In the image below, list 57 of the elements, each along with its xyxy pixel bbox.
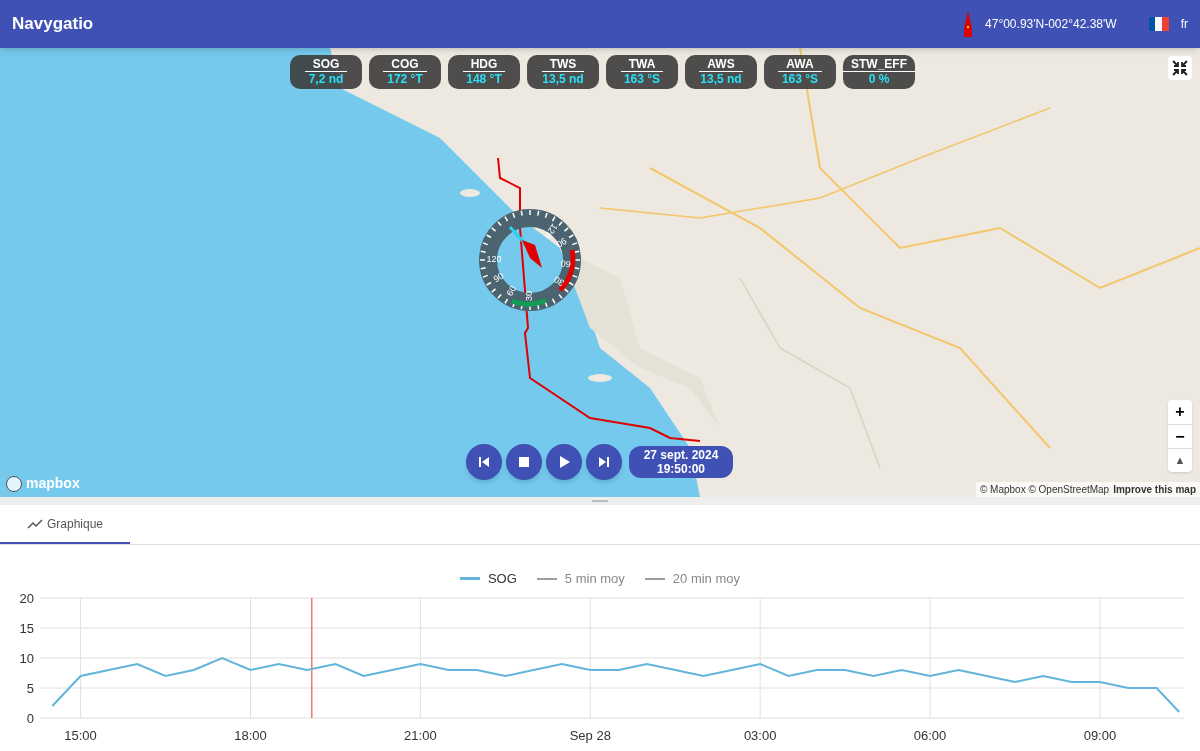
instrument-label: TWS: [541, 57, 585, 72]
x-tick-label: 09:00: [1083, 728, 1117, 743]
instrument-label: TWA: [620, 57, 664, 72]
instrument-label: AWA: [778, 57, 822, 72]
stop-icon: [518, 456, 530, 468]
y-tick-label: 15: [19, 621, 34, 636]
x-tick-label: 03:00: [743, 728, 777, 743]
x-tick-label: Sep 28: [569, 728, 611, 743]
buoy-icon: [963, 11, 974, 37]
legend-label: 5 min moy: [564, 570, 625, 588]
skip-forward-icon: [598, 456, 610, 468]
legend-label: SOG: [487, 570, 517, 588]
legend-line-icon: [644, 577, 665, 580]
north-button[interactable]: ▲: [1168, 448, 1192, 472]
zoom-in-button[interactable]: +: [1168, 400, 1192, 424]
position-text: 47°00.93'N-002°42.38'W: [985, 16, 1117, 33]
y-tick-label: 0: [26, 711, 34, 726]
attribution-text: © Mapbox © OpenStreetMap: [979, 483, 1110, 497]
instrument-value: 7,2 nd: [308, 72, 344, 87]
instrument-value: 163 °S: [623, 72, 661, 87]
instrument-value: 163 °S: [781, 72, 819, 87]
legend-label: 20 min moy: [672, 570, 741, 588]
instrument-label: HDG: [462, 57, 506, 72]
y-tick-label: 20: [19, 591, 34, 606]
instrument-label: STW_EFF: [843, 57, 915, 72]
y-tick-label: 5: [26, 681, 34, 696]
zoom-out-button[interactable]: −: [1168, 424, 1192, 448]
collapse-button[interactable]: [1168, 56, 1192, 80]
resize-handle[interactable]: [0, 497, 1200, 505]
instrument-value: 148 °T: [466, 72, 502, 87]
x-tick-label: 06:00: [913, 728, 947, 743]
x-tick-label: 21:00: [404, 728, 437, 743]
instrument-label: COG: [383, 57, 427, 72]
flag-icon: [1148, 17, 1169, 31]
legend-line-icon: [536, 577, 557, 580]
app-title: Navygatio: [12, 13, 94, 36]
line-series: [51, 657, 1181, 713]
x-tick-label: 15:00: [64, 728, 97, 743]
legend-line-icon: [459, 577, 480, 581]
instrument-label: AWS: [699, 57, 743, 72]
mapbox-logo-text: mapbox: [26, 474, 80, 493]
date-text: 27 sept. 2024: [643, 448, 719, 462]
collapse-icon: [1172, 60, 1188, 76]
improve-map-link[interactable]: Improve this map: [1113, 482, 1196, 497]
time-text: 19:50:00: [656, 462, 705, 476]
language-button[interactable]: fr: [1148, 15, 1188, 33]
instrument-label: SOG: [304, 57, 348, 72]
skip-back-icon: [478, 456, 490, 468]
y-tick-label: 10: [19, 651, 34, 666]
play-icon: [558, 456, 570, 468]
x-tick-label: 18:00: [234, 728, 267, 743]
instrument-value: 13,5 nd: [542, 72, 584, 87]
line-chart-icon: [26, 518, 43, 529]
instrument-value: 172 °T: [387, 72, 423, 87]
instrument-value: 0 %: [868, 72, 890, 87]
chart-tab[interactable]: Graphique: [0, 505, 130, 544]
instrument-value: 13,5 nd: [700, 72, 742, 87]
